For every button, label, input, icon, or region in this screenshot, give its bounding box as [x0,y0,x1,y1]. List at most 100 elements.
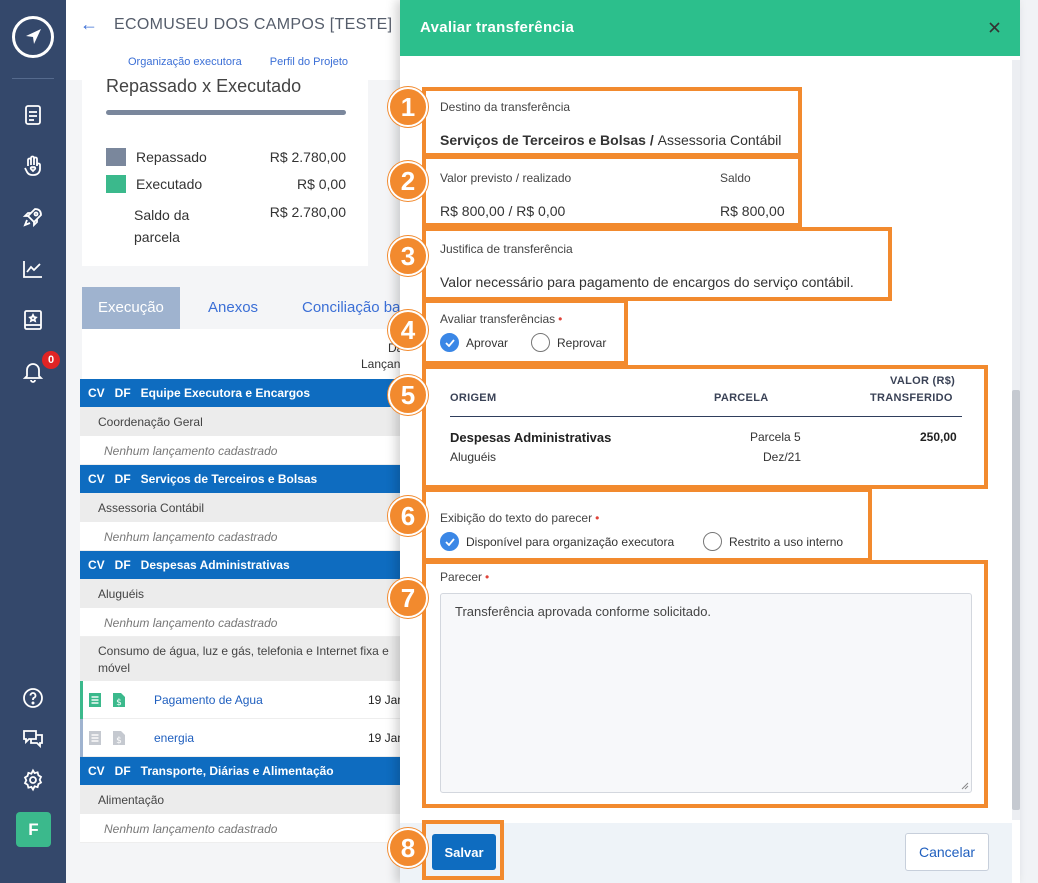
annotation-box-4 [422,299,628,365]
group-name: Despesas Administrativas [140,558,290,572]
required-marker: • [595,511,600,525]
parecer-textarea[interactable]: Transferência aprovada conforme solicita… [440,593,972,793]
entry-status-bar [80,719,83,757]
book-icon[interactable] [19,306,47,334]
radio-checked-icon [440,333,459,352]
summary-value: R$ 2.780,00 [269,149,346,165]
summary-label-line: parcela [134,229,180,245]
summary-label: Repassado [136,149,207,165]
back-arrow-icon[interactable]: ← [80,14,98,35]
row-origem: Despesas Administrativas [450,430,612,445]
evaluate-transfer-modal: Avaliar transferência Destino da transfe… [388,0,1020,883]
modal-header: Avaliar transferência [400,0,1020,56]
radio-label: Reprovar [557,335,607,350]
th-parcela: PARCELA [714,392,769,404]
rocket-icon[interactable] [19,203,47,231]
tab-organizacao[interactable]: Organização executora [128,56,242,68]
ledger-group-header[interactable]: CV DF Transporte, Diárias e Alimentação [80,757,400,785]
ledger-subitem: Assessoria Contábil [80,493,400,523]
exibicao-label: Exibição do texto do parecer • [440,511,599,525]
summary-value: R$ 0,00 [296,176,346,192]
exibicao-label-text: Exibição do texto do parecer [440,511,593,525]
chart-line-icon[interactable] [19,255,47,283]
row-parcela-sub: Dez/21 [763,450,802,464]
hand-heart-icon[interactable] [19,152,47,180]
radio-unchecked-icon [531,333,550,352]
destino-label: Destino da transferência [440,100,571,114]
receipt-icon[interactable] [88,692,102,708]
group-name: Equipe Executora e Encargos [140,386,311,400]
ledger-entry[interactable]: $ energia 19 Jan [80,719,400,757]
group-name: Transporte, Diárias e Alimentação [140,764,334,778]
df-tag: DF [114,472,131,486]
empty-entry: Nenhum lançamento cadastrado [80,523,400,551]
annotation-marker-1: 1 [388,87,428,127]
rail-divider [12,78,54,79]
legend-swatch-executado [106,175,126,193]
help-icon[interactable] [19,684,47,712]
parecer-text: Transferência aprovada conforme solicita… [455,604,712,619]
saldo-label: Saldo [720,171,751,185]
entry-date: 19 Jan [368,731,400,745]
radio-label: Disponível para organização executora [466,534,675,549]
summary-card: Repassado x Executado Repassado R$ 2.780… [82,70,368,266]
svg-text:$: $ [116,698,122,708]
group-name: Serviços de Terceiros e Bolsas [140,472,318,486]
page-tabs: Organização executora Perfil do Projeto [128,56,376,68]
user-avatar[interactable]: F [16,812,51,847]
tab-anexos[interactable]: Anexos [208,287,258,329]
radio-restrito[interactable]: Restrito a uso interno [703,532,843,551]
app-logo-icon[interactable] [12,16,54,58]
app-sidebar: 0 F [0,0,66,883]
valor-label: Valor previsto / realizado [440,171,572,185]
ledger-group-header[interactable]: CV DF Serviços de Terceiros e Bolsas [80,465,400,493]
document-icon[interactable] [19,101,47,129]
ledger-entry[interactable]: $ Pagamento de Agua 19 Jan [80,681,400,719]
money-file-icon[interactable]: $ [112,692,126,708]
df-tag: DF [114,764,131,778]
entry-label[interactable]: Pagamento de Agua [154,693,263,707]
annotation-marker-7: 7 [388,578,428,618]
annotation-marker-6: 6 [388,496,428,536]
radio-disponivel[interactable]: Disponível para organização executora [440,532,674,551]
required-marker: • [485,570,490,584]
cancel-button[interactable]: Cancelar [905,833,989,871]
chat-icon[interactable] [19,724,47,752]
modal-scrollbar[interactable] [1012,60,1020,820]
justificativa-label: Justifica de transferência [440,242,573,256]
row-origem-sub: Aluguéis [450,450,497,464]
radio-reprovar[interactable]: Reprovar [531,333,606,352]
save-button[interactable]: Salvar [432,834,496,870]
receipt-icon[interactable] [88,730,102,746]
destino-separator: / [645,132,658,148]
tab-perfil[interactable]: Perfil do Projeto [270,56,348,68]
df-tag: DF [114,386,131,400]
cv-tag: CV [88,386,105,400]
resize-grip-icon[interactable] [960,781,969,790]
destino-item: Assessoria Contábil [657,132,782,148]
gear-icon[interactable] [19,766,47,794]
radio-label: Restrito a uso interno [729,534,844,549]
ledger-group-header[interactable]: CV DF Equipe Executora e Encargos [80,379,400,407]
modal-title: Avaliar transferência [420,19,575,36]
tab-execucao[interactable]: Execução [82,287,180,329]
tab-conciliacao[interactable]: Conciliação ba [302,287,400,329]
justificativa-text: Valor necessário para pagamento de encar… [440,274,854,290]
radio-unchecked-icon [703,532,722,551]
entry-label[interactable]: energia [154,731,194,745]
page-header: ← ECOMUSEU DOS CAMPOS [TESTE] Organizaçã… [66,0,400,80]
money-file-icon[interactable]: $ [112,730,126,746]
scrollbar-thumb[interactable] [1012,390,1020,810]
radio-aprovar[interactable]: Aprovar [440,333,508,352]
annotation-marker-3: 3 [388,236,428,276]
ledger-subitem: Consumo de água, luz e gás, telefonia e … [80,637,400,681]
section-tabs: Execução Anexos Conciliação ba [82,287,400,329]
summary-label-line: Saldo da [134,207,190,223]
ledger-group-header[interactable]: CV DF Despesas Administrativas [80,551,400,579]
notification-badge: 0 [42,351,60,369]
close-icon[interactable] [984,17,1004,37]
avaliar-label: Avaliar transferências • [440,312,562,326]
valor-value: R$ 800,00 / R$ 0,00 [440,203,566,219]
df-tag: DF [114,558,131,572]
column-header-line: Lançan [361,357,400,371]
